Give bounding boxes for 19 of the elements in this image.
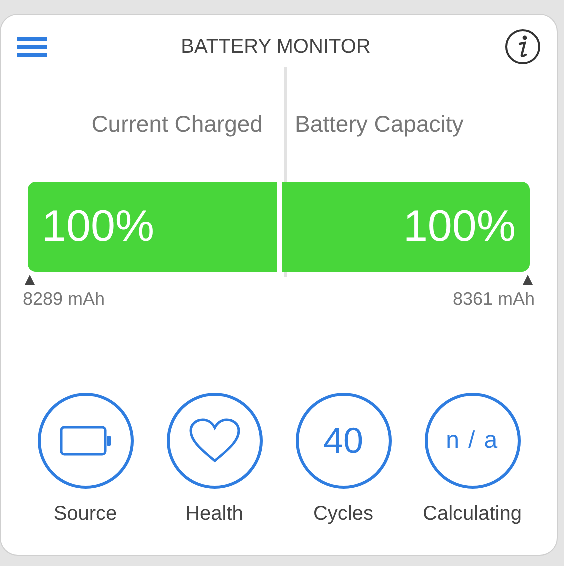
gauge-reading: 100% (403, 200, 516, 252)
stat-value: n / a (446, 426, 499, 456)
stat-value: 40 (323, 418, 364, 462)
info-icon[interactable] (504, 29, 541, 65)
gauge-reading: 100% (42, 200, 155, 252)
gauge-label: Battery Capacity (295, 110, 464, 139)
capacity-reading: 8289 mAh (23, 288, 106, 310)
stat-label: Source (54, 502, 118, 526)
marker-icon (24, 274, 36, 286)
heart-icon (188, 418, 240, 464)
capacity-reading: 8361 mAh (452, 288, 535, 310)
stat-label: Calculating (423, 502, 522, 526)
battery-icon (60, 426, 112, 456)
menu-icon[interactable] (17, 36, 47, 58)
gauge-label: Current Charged (92, 110, 263, 139)
stat-label: Health (186, 502, 244, 526)
window-title: BATTERY MONITOR (181, 35, 371, 60)
marker-icon (522, 274, 534, 286)
stat-label: Cycles (313, 502, 374, 526)
